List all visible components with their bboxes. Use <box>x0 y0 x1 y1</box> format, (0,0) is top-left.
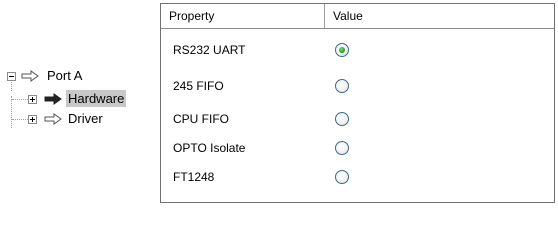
value-column-header[interactable]: Value <box>325 4 554 28</box>
tree-node-driver[interactable]: Driver <box>0 110 120 128</box>
radio-button[interactable] <box>335 170 349 184</box>
radio-checked-dot <box>339 47 345 53</box>
property-column-header[interactable]: Property <box>161 4 325 28</box>
value-cell <box>335 170 349 184</box>
expand-icon[interactable] <box>28 95 37 104</box>
tree-node-port-a[interactable]: Port A <box>0 67 120 85</box>
radio-button[interactable] <box>335 112 349 126</box>
property-name: OPTO Isolate <box>173 141 246 155</box>
value-cell <box>335 79 349 93</box>
property-name: CPU FIFO <box>173 112 229 126</box>
tree-node-label: Driver <box>68 111 103 126</box>
device-tree: Port A Hardware Driver <box>0 0 150 206</box>
tree-node-label: Hardware <box>66 90 127 107</box>
tree-node-hardware[interactable]: Hardware <box>0 90 140 108</box>
grid-row: OPTO Isolate <box>161 132 554 164</box>
outline-arrow-icon <box>21 70 39 82</box>
grid-row: CPU FIFO <box>161 103 554 135</box>
value-cell <box>335 43 349 57</box>
radio-button[interactable] <box>335 79 349 93</box>
property-grid: Property Value RS232 UART 245 FIFO CPU F… <box>160 3 555 203</box>
property-name: FT1248 <box>173 170 215 184</box>
grid-row: FT1248 <box>161 161 554 193</box>
radio-button[interactable] <box>335 43 349 57</box>
property-name: RS232 UART <box>173 43 246 57</box>
expand-icon[interactable] <box>28 115 37 124</box>
collapse-icon[interactable] <box>7 72 16 81</box>
grid-row: RS232 UART <box>161 34 554 66</box>
value-cell <box>335 112 349 126</box>
radio-button[interactable] <box>335 141 349 155</box>
grid-row: 245 FIFO <box>161 70 554 102</box>
grid-header: Property Value <box>161 4 554 29</box>
tree-node-label: Port A <box>47 68 83 83</box>
value-cell <box>335 141 349 155</box>
outline-arrow-icon <box>44 113 62 125</box>
filled-arrow-icon <box>44 93 62 105</box>
property-name: 245 FIFO <box>173 79 224 93</box>
